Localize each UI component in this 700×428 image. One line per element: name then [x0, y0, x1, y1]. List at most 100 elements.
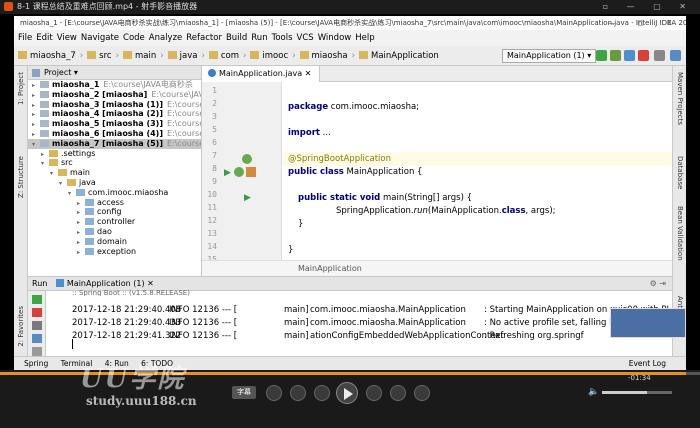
breadcrumb-item[interactable]: java [167, 46, 197, 66]
tree-item[interactable]: ▸miaosha_4 [miaosha (2)]E:\course\ [28, 109, 201, 119]
tree-item[interactable]: ▸miaosha_3 [miaosha (1)]E:\course\ [28, 100, 201, 110]
open-button[interactable] [414, 385, 430, 401]
bean-validation-tool-tab[interactable]: Bean Validation [676, 206, 684, 261]
run-config-tab[interactable]: MainApplication (1) [67, 279, 145, 288]
stop-button[interactable] [266, 385, 282, 401]
folder-icon [299, 51, 309, 59]
tree-item[interactable]: ▸miaosha_6 [miaosha (4)]E:\course\ [28, 129, 201, 139]
structure-tool-tab[interactable]: Z: Structure [17, 156, 25, 198]
code-line-3[interactable]: import ... [288, 128, 331, 138]
console-caret[interactable] [72, 339, 73, 349]
tree-item[interactable]: ▸ controller [28, 217, 201, 227]
editor-breadcrumb-footer[interactable]: MainApplication [202, 260, 672, 276]
log-thread: main] [284, 318, 309, 328]
menu-vcs[interactable]: VCS [297, 33, 314, 43]
tree-item[interactable]: ▸ miaosha_1 E:\course\JAVA电商秒杀 [28, 80, 201, 90]
menu-help[interactable]: Help [355, 33, 374, 43]
breadcrumb-item[interactable]: miaosha_7 [18, 46, 76, 66]
watermark-logo: UU学院 [80, 364, 186, 394]
code-line-11[interactable]: SpringApplication.run(MainApplication.cl… [336, 206, 556, 216]
run-main-gutter-icon[interactable]: ▶ [244, 193, 251, 203]
bean-icon[interactable] [246, 167, 256, 177]
maven-tool-tab[interactable]: Maven Projects [676, 72, 684, 125]
prev-button[interactable] [290, 385, 306, 401]
tree-item[interactable]: ▸ domain [28, 237, 201, 247]
run-gutter-icon[interactable]: ▶ [224, 168, 231, 178]
code-line-12[interactable]: } [298, 219, 303, 229]
database-tool-tab[interactable]: Database [676, 156, 684, 189]
code-line-8[interactable]: public class MainApplication { [288, 167, 422, 177]
code-line-10[interactable]: public static void main(String[] args) { [298, 193, 472, 203]
forward-button[interactable] [366, 385, 382, 401]
dump-threads-icon[interactable] [31, 334, 42, 343]
tree-item[interactable]: ▸ config [28, 207, 201, 217]
breadcrumb-item[interactable]: main [122, 46, 156, 66]
code-line-7[interactable]: @SpringBootApplication [288, 154, 391, 164]
rerun-icon[interactable] [31, 295, 42, 304]
menu-build[interactable]: Build [226, 33, 247, 43]
ide-window-controls[interactable]: — ▢ ✕ [608, 16, 682, 30]
menu-run[interactable]: Run [251, 33, 267, 43]
menu-code[interactable]: Code [123, 33, 145, 43]
debug-icon[interactable] [610, 50, 621, 61]
tree-item[interactable]: ▸ .settings [28, 149, 201, 159]
menu-file[interactable]: File [18, 33, 32, 43]
event-log-tab[interactable]: Event Log [629, 357, 666, 370]
favorites-tool-tab[interactable]: 2: Favorites [17, 306, 25, 347]
structure-icon[interactable] [670, 50, 681, 61]
menu-window[interactable]: Window [318, 33, 352, 43]
coverage-icon[interactable] [624, 50, 635, 61]
breadcrumb-item[interactable]: imooc [250, 46, 288, 66]
tree-item[interactable]: ▸miaosha_5 [miaosha (3)]E:\course\ [28, 119, 201, 129]
tree-item[interactable]: ▸miaosha_2 [miaosha]E:\course\JAVA [28, 90, 201, 100]
play-button[interactable] [336, 382, 358, 404]
volume-fill [602, 391, 647, 394]
tree-item[interactable]: ▾ main [28, 168, 201, 178]
code-line-1[interactable]: package com.imooc.miaosha; [288, 102, 419, 112]
menu-analyze[interactable]: Analyze [149, 33, 183, 43]
menu-edit[interactable]: Edit [36, 33, 52, 43]
tree-item[interactable]: ▾miaosha_7 [miaosha (5)]E:\course\ [28, 138, 201, 149]
spring-tab[interactable]: Spring [24, 359, 48, 368]
menu-bar: File Edit View Navigate Code Analyze Refactor B… [14, 30, 686, 46]
rewind-button[interactable] [314, 385, 330, 401]
project-tool-tab[interactable]: 1: Project [17, 72, 25, 105]
folder-icon [40, 129, 49, 137]
tree-item[interactable]: ▾ com.imooc.miaosha [28, 188, 201, 198]
stop-run-icon[interactable] [31, 308, 42, 317]
panel-settings-icon[interactable]: ⚙ ⇥ [650, 277, 666, 291]
expand-toggle-icon[interactable]: ▸ [77, 248, 85, 258]
settings-icon[interactable] [654, 50, 665, 61]
tree-item[interactable]: ▸ access [28, 198, 201, 208]
tab-main-application[interactable]: MainApplication.java ✕ [202, 66, 321, 82]
run-icon[interactable] [596, 50, 607, 61]
subtitle-button[interactable]: 字幕 [232, 386, 256, 399]
tree-item[interactable]: ▸ exception [28, 247, 201, 257]
breadcrumb-item[interactable]: src [87, 46, 112, 66]
spring-boot-icon[interactable] [234, 167, 244, 177]
tree-item[interactable]: ▾ java [28, 178, 201, 188]
breadcrumb-item[interactable]: MainApplication [359, 46, 439, 66]
volume-slider[interactable] [602, 391, 672, 394]
pause-icon[interactable] [31, 321, 42, 330]
run-config-select[interactable]: MainApplication (1) ▾ [502, 49, 597, 63]
breadcrumb-item[interactable]: miaosha [299, 46, 348, 66]
next-button[interactable] [390, 385, 406, 401]
menu-tools[interactable]: Tools [272, 33, 293, 43]
volume-icon[interactable]: 🔈 [588, 387, 599, 397]
breadcrumb-item[interactable]: com [208, 46, 239, 66]
tree-item[interactable]: ▸ dao [28, 227, 201, 237]
stop-icon[interactable] [638, 50, 649, 61]
close-run-icon[interactable] [31, 347, 42, 356]
line-number: 9 [212, 177, 217, 186]
menu-refactor[interactable]: Refactor [186, 33, 222, 43]
spring-bean-icon[interactable] [242, 154, 252, 164]
ide-titlebar: miaosha_1 - [E:\course\JAVA电商秒杀实战\练习\mia… [14, 16, 686, 30]
menu-view[interactable]: View [57, 33, 77, 43]
tree-item[interactable]: ▾ src [28, 158, 201, 168]
project-panel-header[interactable]: Project ▾ [28, 66, 201, 80]
menu-navigate[interactable]: Navigate [81, 33, 119, 43]
folder-icon [40, 139, 49, 147]
code-line-14[interactable]: } [288, 245, 293, 255]
player-window-buttons[interactable]: ▫ — ▢ ✕ [603, 0, 694, 14]
